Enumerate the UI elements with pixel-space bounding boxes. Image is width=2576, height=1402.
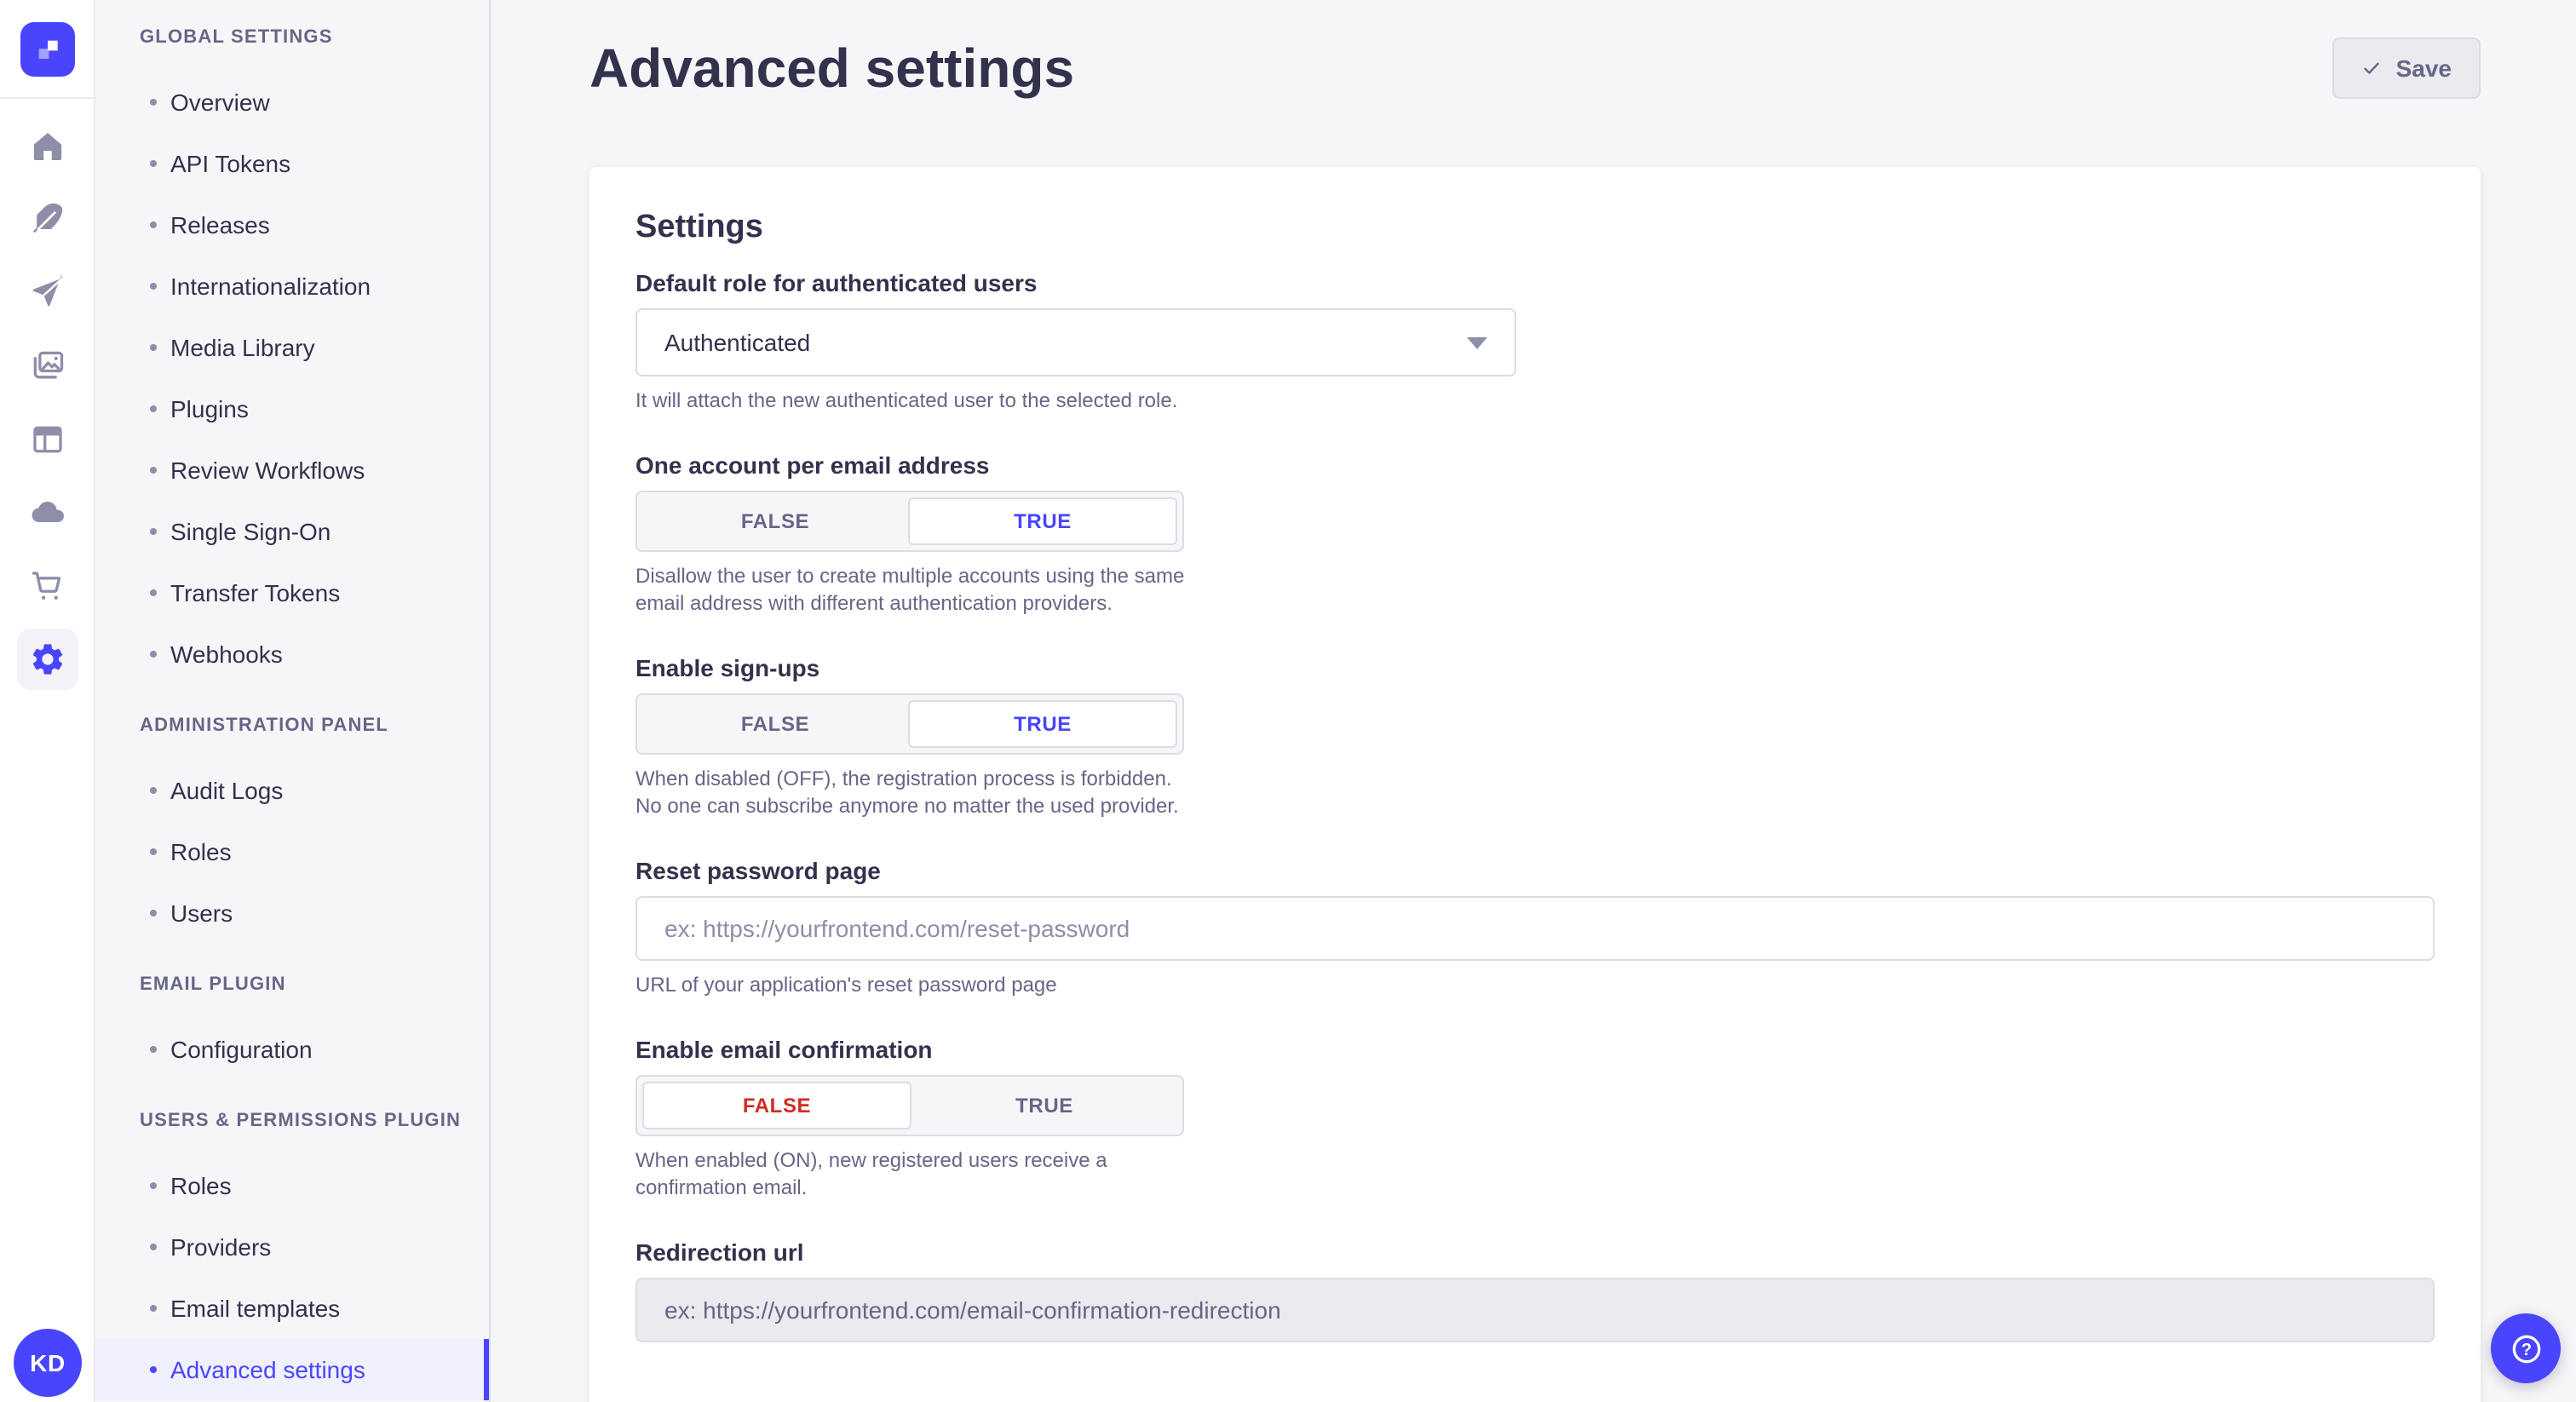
reset-password-label: Reset password page [635, 857, 2435, 886]
enable-signups-option-true[interactable]: TRUE [908, 700, 1177, 748]
page-header: Advanced settings Save [589, 0, 2481, 102]
field-enable-signups: Enable sign-ups FALSE TRUE When disabled… [635, 654, 2435, 819]
svg-text:?: ? [2521, 1340, 2531, 1359]
save-button-label: Save [2396, 55, 2452, 82]
strapi-logo-glyph [28, 30, 66, 67]
strapi-logo[interactable] [20, 21, 74, 76]
rail-nav [0, 99, 94, 690]
field-reset-password: Reset password page URL of your applicat… [635, 857, 2435, 998]
one-account-option-true[interactable]: TRUE [908, 497, 1177, 545]
sidebar-item-single-sign-on[interactable]: Single Sign-On [95, 501, 489, 562]
check-icon [2362, 58, 2383, 78]
icon-rail: KD [0, 0, 95, 1402]
user-avatar[interactable]: KD [14, 1329, 82, 1397]
default-role-label: Default role for authenticated users [635, 269, 2435, 298]
app-window: KD GLOBAL SETTINGS Overview API Tokens R… [0, 0, 2576, 1402]
help-button[interactable]: ? [2491, 1313, 2561, 1383]
bullet-icon [150, 1046, 157, 1053]
default-role-hint: It will attach the new authenticated use… [635, 387, 2435, 414]
cart-icon[interactable] [16, 555, 78, 617]
sidebar-item-advanced-settings[interactable]: Advanced settings [95, 1339, 489, 1400]
bullet-icon [150, 1366, 157, 1373]
question-icon: ? [2507, 1330, 2544, 1367]
sidebar-item-roles-up[interactable]: Roles [95, 1155, 489, 1216]
one-account-option-false[interactable]: FALSE [642, 497, 908, 545]
sidebar-item-email-templates[interactable]: Email templates [95, 1278, 489, 1339]
sidebar-item-internationalization[interactable]: Internationalization [95, 256, 489, 317]
bullet-icon [150, 160, 157, 167]
bullet-icon [150, 405, 157, 412]
layout-icon[interactable] [16, 409, 78, 470]
bullet-icon [150, 651, 157, 658]
settings-card: Settings Default role for authenticated … [589, 167, 2481, 1402]
one-account-label: One account per email address [635, 451, 2435, 480]
gear-icon[interactable] [16, 629, 78, 690]
sidebar-section-global-settings: GLOBAL SETTINGS [95, 24, 489, 51]
sidebar-item-review-workflows[interactable]: Review Workflows [95, 440, 489, 501]
sidebar-item-webhooks[interactable]: Webhooks [95, 623, 489, 685]
field-redirection-url: Redirection url [635, 1238, 2435, 1342]
cloud-icon[interactable] [16, 482, 78, 543]
page-title: Advanced settings [589, 34, 1074, 102]
bullet-icon [150, 1182, 157, 1189]
sidebar-item-configuration[interactable]: Configuration [95, 1019, 489, 1080]
sidebar-section-administration-panel: ADMINISTRATION PANEL [95, 712, 489, 739]
redirection-url-input [635, 1278, 2435, 1342]
default-role-select[interactable]: Authenticated [635, 308, 1516, 376]
bullet-icon [150, 467, 157, 474]
enable-signups-option-false[interactable]: FALSE [642, 700, 908, 748]
sidebar-item-users[interactable]: Users [95, 882, 489, 944]
bullet-icon [150, 589, 157, 596]
field-email-confirmation: Enable email confirmation FALSE TRUE Whe… [635, 1036, 2435, 1201]
chevron-down-icon [1467, 336, 1487, 348]
bullet-icon [150, 283, 157, 290]
sidebar-item-media-library[interactable]: Media Library [95, 317, 489, 378]
email-confirmation-option-true[interactable]: TRUE [911, 1082, 1177, 1129]
main-content: Advanced settings Save Settings Default … [491, 0, 2576, 1402]
email-confirmation-option-false[interactable]: FALSE [642, 1082, 911, 1129]
redirection-url-label: Redirection url [635, 1238, 2435, 1267]
email-confirmation-label: Enable email confirmation [635, 1036, 2435, 1065]
enable-signups-label: Enable sign-ups [635, 654, 2435, 683]
sidebar-item-roles-admin[interactable]: Roles [95, 821, 489, 882]
media-icon[interactable] [16, 336, 78, 397]
bullet-icon [150, 848, 157, 855]
field-default-role: Default role for authenticated users Aut… [635, 269, 2435, 414]
field-one-account: One account per email address FALSE TRUE… [635, 451, 2435, 617]
card-heading: Settings [635, 208, 2435, 249]
enable-signups-toggle[interactable]: FALSE TRUE [635, 693, 1184, 755]
one-account-toggle[interactable]: FALSE TRUE [635, 491, 1184, 552]
bullet-icon [150, 221, 157, 228]
reset-password-hint: URL of your application's reset password… [635, 971, 2435, 998]
email-confirmation-hint: When enabled (ON), new registered users … [635, 1146, 1201, 1201]
feather-icon[interactable] [16, 189, 78, 250]
home-icon[interactable] [16, 116, 78, 177]
bullet-icon [150, 344, 157, 351]
sidebar-item-releases[interactable]: Releases [95, 194, 489, 256]
bullet-icon [150, 99, 157, 106]
sidebar-item-plugins[interactable]: Plugins [95, 378, 489, 440]
bullet-icon [150, 787, 157, 794]
bullet-icon [150, 1244, 157, 1250]
email-confirmation-toggle[interactable]: FALSE TRUE [635, 1075, 1184, 1136]
sidebar-item-audit-logs[interactable]: Audit Logs [95, 760, 489, 821]
sidebar-item-api-tokens[interactable]: API Tokens [95, 133, 489, 194]
sidebar-section-email-plugin: EMAIL PLUGIN [95, 971, 489, 998]
bullet-icon [150, 910, 157, 916]
sidebar-section-users-permissions-plugin: USERS & PERMISSIONS PLUGIN [95, 1107, 489, 1135]
bullet-icon [150, 528, 157, 535]
bullet-icon [150, 1305, 157, 1312]
sidebar-item-transfer-tokens[interactable]: Transfer Tokens [95, 562, 489, 623]
sidebar-item-overview[interactable]: Overview [95, 72, 489, 133]
one-account-hint: Disallow the user to create multiple acc… [635, 562, 1201, 617]
reset-password-input[interactable] [635, 896, 2435, 961]
enable-signups-hint: When disabled (OFF), the registration pr… [635, 765, 1201, 819]
settings-sidebar: GLOBAL SETTINGS Overview API Tokens Rele… [95, 0, 491, 1402]
send-icon[interactable] [16, 262, 78, 324]
save-button[interactable]: Save [2333, 37, 2481, 99]
logo-area [0, 0, 94, 99]
default-role-select-value: Authenticated [664, 329, 810, 356]
sidebar-item-providers[interactable]: Providers [95, 1216, 489, 1278]
